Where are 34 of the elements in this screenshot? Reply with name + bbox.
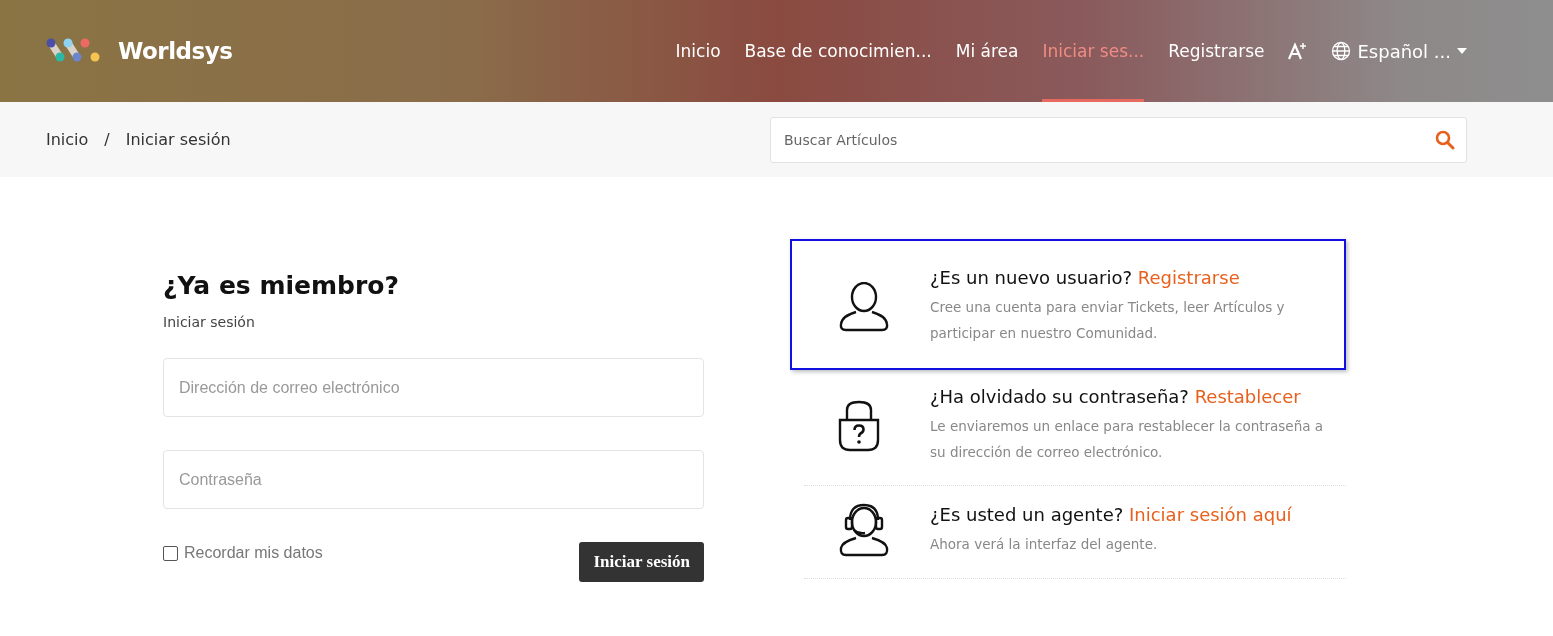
option-link[interactable]: Restablecer (1194, 386, 1301, 407)
nav-link[interactable]: Registrarse (1168, 0, 1265, 102)
login-heading: ¿Ya es miembro? (163, 271, 400, 300)
person-icon (838, 281, 890, 332)
breadcrumb-link[interactable]: Inicio (46, 130, 89, 149)
caret-icon (1457, 48, 1467, 54)
option-description: Ahora verá la interfaz del agente. (930, 534, 1159, 554)
option-link[interactable]: Iniciar sesión aquí (1129, 503, 1292, 525)
breadcrumb-link[interactable]: Iniciar sesión (125, 130, 231, 149)
lock-question-icon (838, 399, 880, 452)
remember-label: Recordar mis datos (184, 544, 323, 562)
nav-link[interactable]: Inicio (675, 0, 721, 102)
password-field[interactable]: Contraseña (163, 450, 704, 509)
email-field[interactable]: Dirección de correo electrónico (163, 358, 704, 417)
headset-agent-icon (838, 502, 890, 558)
option-question: ¿Es un nuevo usuario? (930, 267, 1133, 288)
brand-name[interactable]: Worldsys (118, 38, 233, 64)
search-field[interactable]: Buscar Artículos (770, 116, 1467, 163)
nav-link[interactable]: Base de conocimien... (744, 0, 932, 102)
option-description: Le enviaremos un enlace para restablecer la contraseña a su dirección de correo electrónico. (930, 417, 1325, 462)
breadcrumb-separator: / (104, 130, 110, 149)
option-link[interactable]: Registrarse (1137, 267, 1240, 288)
nav-link[interactable]: Mi área (955, 0, 1019, 102)
option-description: Cree una cuenta para enviar Tickets, leer Artículos y participar en nuestro Comunidad. (930, 298, 1286, 343)
font-size-icon[interactable] (1288, 42, 1308, 60)
globe-icon (1331, 41, 1352, 61)
login-subtitle: Iniciar sesión (163, 314, 256, 330)
remember-checkbox[interactable] (163, 545, 178, 561)
option-question: ¿Ha olvidado su contraseña? (930, 386, 1189, 407)
language-selector[interactable]: Español ... (1331, 40, 1467, 62)
search-icon[interactable] (1435, 129, 1455, 150)
login-button[interactable]: Iniciar sesión (579, 542, 704, 582)
logo-icon (46, 38, 102, 64)
option-question: ¿Es usted un agente? (930, 503, 1124, 525)
